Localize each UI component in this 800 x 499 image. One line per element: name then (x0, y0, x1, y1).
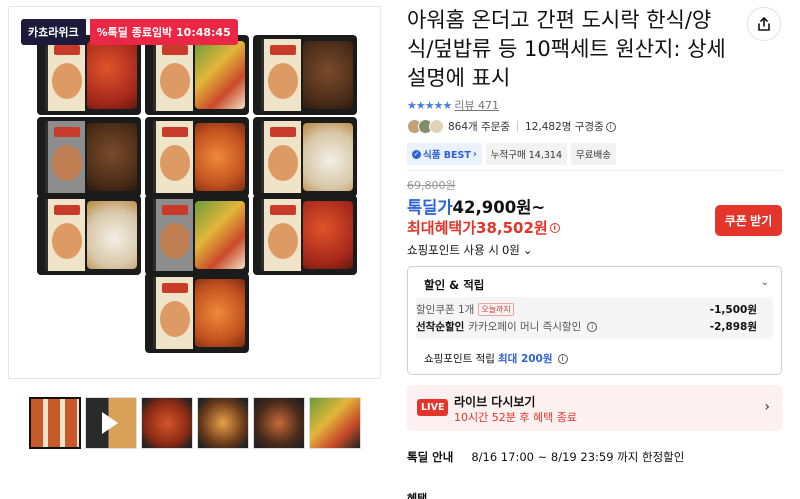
max-benefit-value: 38,502원 (476, 219, 548, 237)
chevron-right-icon: › (764, 399, 770, 415)
meal-tray (253, 35, 357, 115)
share-icon (758, 17, 770, 31)
thumbnail-1[interactable] (29, 397, 81, 449)
viewers-count: 12,482명 구경중 (525, 121, 604, 133)
review-count-link[interactable]: 리뷰 471 (454, 97, 499, 113)
meal-tray (145, 273, 249, 353)
meal-tray (37, 35, 141, 115)
live-title: 라이브 다시보기 (454, 395, 536, 409)
deal-price: 톡딜가42,900원~ (407, 194, 545, 218)
shopping-points-selector[interactable]: 쇼핑포인트 사용 시 0원 ⌄ (407, 242, 533, 258)
meal-tray (253, 117, 357, 197)
thumbnail-video[interactable] (85, 397, 137, 449)
meal-tray (37, 117, 141, 197)
thumbnail-6[interactable] (309, 397, 361, 449)
points-earn-row: 쇼핑포인트 적립 최대 200원 i (424, 351, 568, 366)
rating-row[interactable]: ★★★★★ 리뷰 471 (407, 97, 499, 113)
benefit-panel-title: 할인 & 적립 (424, 278, 485, 292)
buyer-activity: 864개 주문중 12,482명 구경중 i (407, 119, 616, 134)
points-value: 0원 (501, 243, 520, 257)
max-benefit-price: 최대혜택가 38,502원 i (407, 217, 560, 238)
deal-notice-period: 8/16 17:00 ~ 8/19 23:59 까지 한정할인 (471, 450, 685, 464)
best-tag-label: 식품 BEST (423, 150, 471, 161)
meal-tray (145, 35, 249, 115)
thumbnail-strip (29, 397, 361, 449)
thumbnail-3[interactable] (141, 397, 193, 449)
today-only-tag: 오늘까지 (478, 303, 514, 316)
live-replay-banner[interactable]: LIVE 라이브 다시보기 10시간 52분 후 혜택 종료 › (407, 385, 782, 431)
coupon-label: 할인쿠폰 1개 (416, 304, 475, 316)
orders-count: 864개 주문중 (448, 121, 511, 133)
meal-tray (145, 195, 249, 275)
info-icon[interactable]: i (549, 222, 560, 233)
firstcome-desc: 카카오페이 머니 즉시할인 (468, 321, 582, 333)
meal-tray (253, 195, 357, 275)
main-product-image[interactable]: 카쵸라위크 %톡딜 종료임박 10:48:45 (8, 6, 381, 379)
deal-notice: 톡딜 안내 8/16 17:00 ~ 8/19 23:59 까지 한정할인 (407, 449, 684, 465)
info-icon[interactable]: i (605, 121, 616, 132)
deal-countdown-badge: %톡딜 종료임박 10:48:45 (89, 19, 238, 45)
live-badge: LIVE (417, 399, 449, 416)
best-tag[interactable]: ✓ 식품 BEST › (407, 143, 482, 165)
play-icon (102, 412, 118, 434)
discount-benefit-panel: 할인 & 적립 ⌄ 할인쿠폰 1개 오늘까지 -1,500원 선착순할인 카카오… (407, 266, 782, 375)
points-earn-label: 쇼핑포인트 적립 (424, 353, 495, 365)
cumulative-purchase-tag: 누적구매 14,314 (485, 143, 567, 165)
thumbnail-4[interactable] (197, 397, 249, 449)
max-benefit-label: 최대혜택가 (407, 219, 477, 237)
points-label: 쇼핑포인트 사용 시 (407, 243, 499, 257)
original-price: 69,800원 (407, 179, 456, 192)
brand-week-badge: 카쵸라위크 (21, 19, 86, 45)
chevron-down-icon[interactable]: ⌄ (761, 277, 769, 288)
best-icon: ✓ (412, 149, 421, 159)
firstcome-amount: -2,898원 (709, 321, 757, 333)
coupon-amount: -1,500원 (709, 304, 757, 316)
product-tags: ✓ 식품 BEST › 누적구매 14,314 무료배송 (407, 143, 616, 165)
divider (407, 170, 782, 171)
coupon-discount-row: 할인쿠폰 1개 오늘까지 -1,500원 (416, 302, 757, 317)
deal-badges: 카쵸라위크 %톡딜 종료임박 10:48:45 (21, 19, 238, 45)
deal-notice-label: 톡딜 안내 (407, 450, 454, 464)
chevron-down-icon: ⌄ (522, 243, 533, 257)
share-button[interactable] (747, 7, 781, 41)
buyer-avatars (407, 119, 444, 134)
product-title: 아워홈 온더고 간편 도시락 한식/양식/덮밥류 등 10팩세트 원산지: 상세… (407, 8, 726, 90)
get-coupon-button[interactable]: 쿠폰 받기 (715, 205, 782, 236)
deal-price-value: 42,900원~ (452, 198, 546, 217)
benefit-row-label: 혜택 (407, 492, 428, 499)
live-countdown: 10시간 52분 후 혜택 종료 (454, 411, 577, 424)
free-shipping-tag: 무료배송 (571, 143, 616, 165)
firstcome-discount-row: 선착순할인 카카오페이 머니 즉시할인 i -2,898원 (416, 319, 757, 334)
chevron-right-icon: › (472, 148, 477, 160)
info-icon[interactable]: i (587, 321, 598, 332)
points-earn-max: 최대 200원 (497, 353, 553, 365)
rating-stars: ★★★★★ (407, 98, 452, 112)
meal-tray (37, 195, 141, 275)
info-icon[interactable]: i (557, 353, 568, 364)
meal-tray (145, 117, 249, 197)
firstcome-label: 선착순할인 (416, 321, 465, 333)
thumbnail-5[interactable] (253, 397, 305, 449)
deal-price-label: 톡딜가 (407, 198, 453, 217)
